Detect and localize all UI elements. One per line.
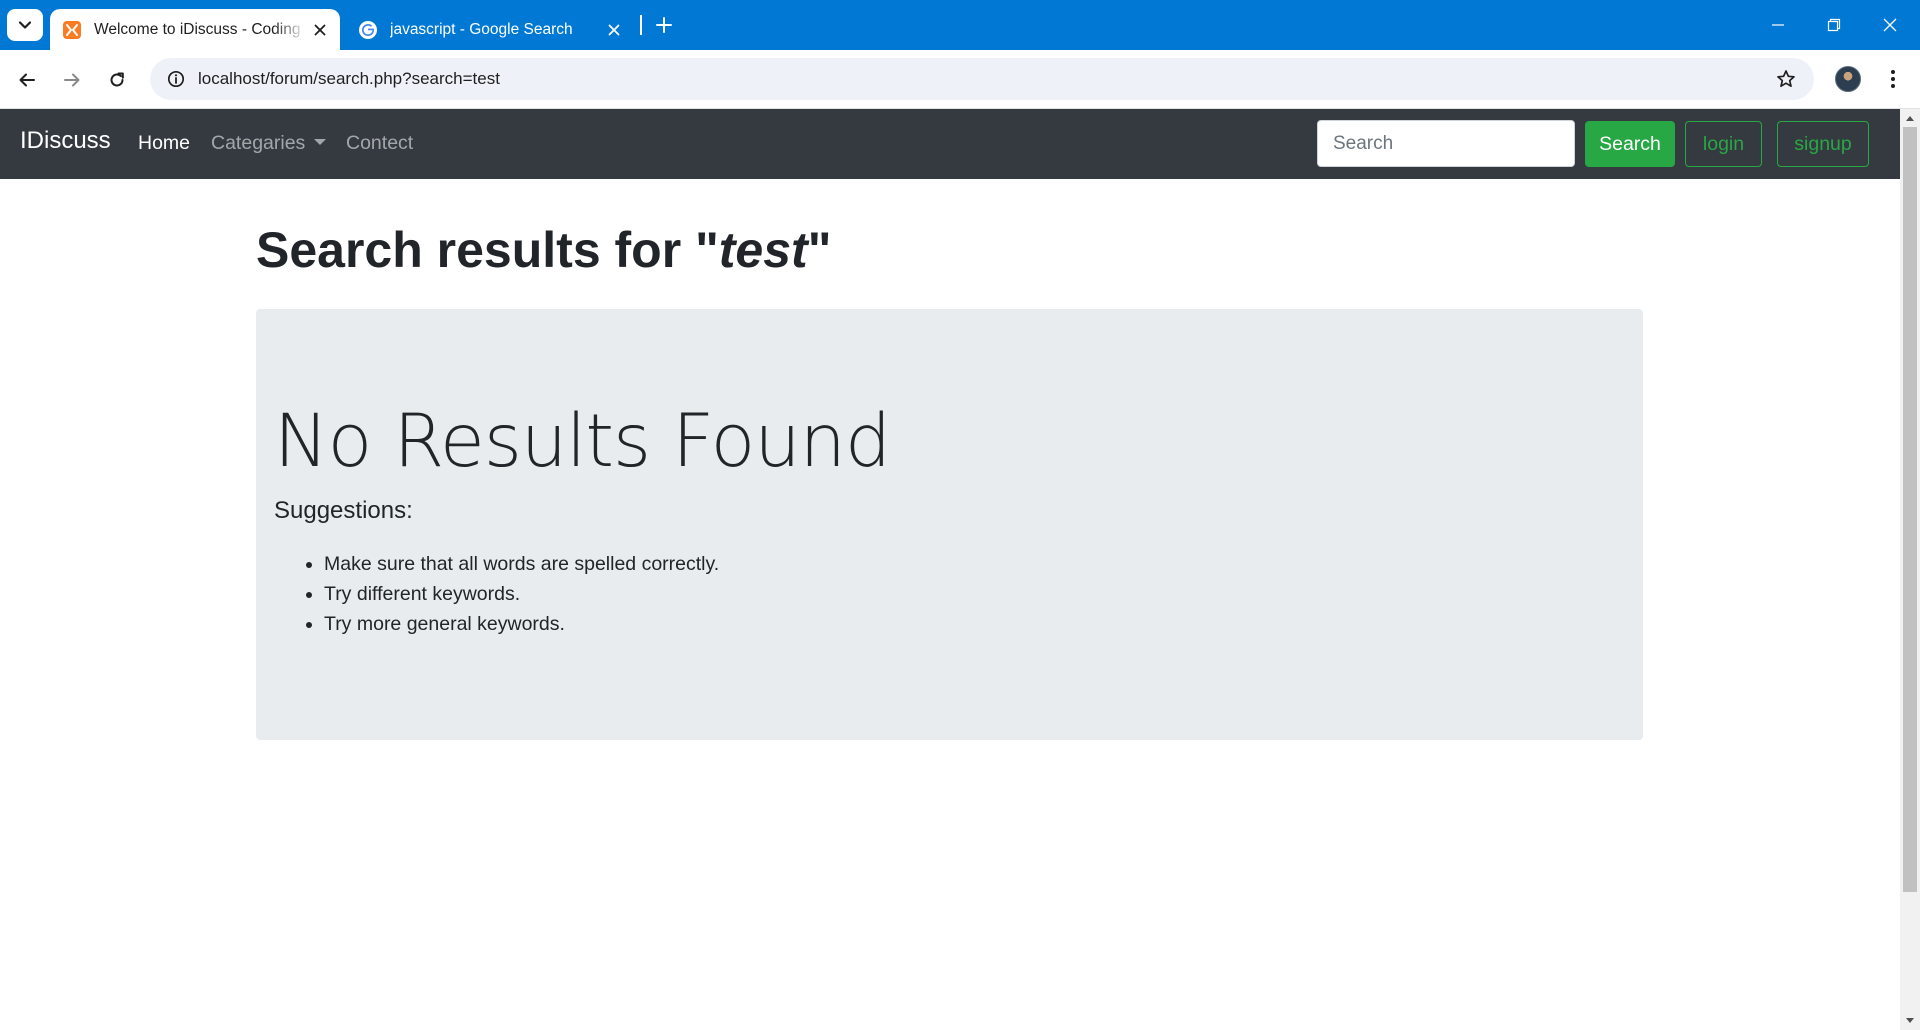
reload-button[interactable] — [99, 62, 135, 98]
url-text: localhost/forum/search.php?search=test — [198, 69, 500, 88]
google-icon — [358, 20, 378, 40]
tab-idiscuss[interactable]: Welcome to iDiscuss - Coding Forums — [50, 9, 340, 50]
close-window-button[interactable] — [1862, 0, 1918, 50]
page-viewport: IDiscuss Home Categaries Contect Search … — [0, 109, 1920, 1030]
close-icon[interactable] — [600, 16, 628, 44]
tab-title: javascript - Google Search — [390, 20, 573, 38]
close-icon — [1883, 18, 1897, 32]
page-scrollbar[interactable] — [1900, 109, 1920, 1030]
more-vertical-icon — [1891, 70, 1895, 88]
list-item: Try more general keywords. — [324, 609, 719, 639]
nav-contact[interactable]: Contect — [346, 132, 413, 155]
no-results-title: No Results Found — [274, 399, 891, 484]
tab-search-button[interactable] — [7, 9, 43, 41]
caret-down-icon — [314, 139, 327, 145]
arrow-left-icon — [19, 73, 35, 87]
browser-toolbar: localhost/forum/search.php?search=test — [0, 50, 1920, 109]
scroll-up-arrow-icon[interactable] — [1904, 112, 1916, 124]
site-info-icon[interactable] — [154, 58, 198, 100]
new-tab-button[interactable] — [650, 11, 678, 39]
list-item: Make sure that all words are spelled cor… — [324, 549, 719, 579]
minimize-icon — [1772, 24, 1784, 26]
nav-home[interactable]: Home — [138, 132, 190, 155]
search-button[interactable]: Search — [1585, 121, 1675, 167]
profile-avatar[interactable] — [1835, 66, 1861, 92]
restore-icon — [1827, 18, 1841, 32]
address-bar[interactable]: localhost/forum/search.php?search=test — [150, 58, 1814, 100]
tab-divider — [640, 15, 642, 35]
arrow-right-icon — [64, 73, 80, 87]
xampp-icon — [62, 20, 82, 40]
reload-icon — [110, 72, 124, 87]
plus-icon — [656, 17, 672, 33]
suggestions-label: Suggestions: — [274, 497, 413, 524]
page-title: Search results for "test" — [256, 221, 831, 279]
site-navbar: IDiscuss Home Categaries Contect Search … — [0, 109, 1900, 179]
back-button[interactable] — [9, 62, 45, 98]
login-button[interactable]: login — [1685, 121, 1762, 167]
search-input[interactable] — [1317, 120, 1575, 167]
scroll-down-arrow-icon[interactable] — [1904, 1015, 1916, 1027]
quote-open: " — [695, 222, 719, 278]
brand-link[interactable]: IDiscuss — [20, 127, 111, 155]
no-results-panel: No Results Found Suggestions: Make sure … — [256, 309, 1643, 740]
suggestions-list: Make sure that all words are spelled cor… — [306, 549, 719, 639]
heading-prefix: Search results for — [256, 222, 696, 278]
search-query: test — [718, 222, 808, 278]
browser-tab-bar: Welcome to iDiscuss - Coding Forums java… — [0, 0, 1920, 50]
signup-button[interactable]: signup — [1777, 121, 1869, 167]
chevron-down-icon — [18, 21, 32, 29]
nav-categories-dropdown[interactable]: Categaries — [211, 132, 327, 155]
close-icon[interactable] — [306, 16, 334, 44]
tab-google-search[interactable]: javascript - Google Search — [346, 9, 634, 50]
forward-button[interactable] — [54, 62, 90, 98]
tab-title: Welcome to iDiscuss - Coding Forums — [94, 20, 306, 38]
nav-categories-label: Categaries — [211, 132, 306, 154]
bookmark-star-icon[interactable] — [1772, 65, 1800, 93]
minimize-button[interactable] — [1750, 0, 1806, 50]
scrollbar-thumb[interactable] — [1903, 127, 1917, 892]
list-item: Try different keywords. — [324, 579, 719, 609]
restore-button[interactable] — [1806, 0, 1862, 50]
browser-menu-button[interactable] — [1880, 62, 1906, 96]
quote-close: " — [807, 222, 832, 278]
